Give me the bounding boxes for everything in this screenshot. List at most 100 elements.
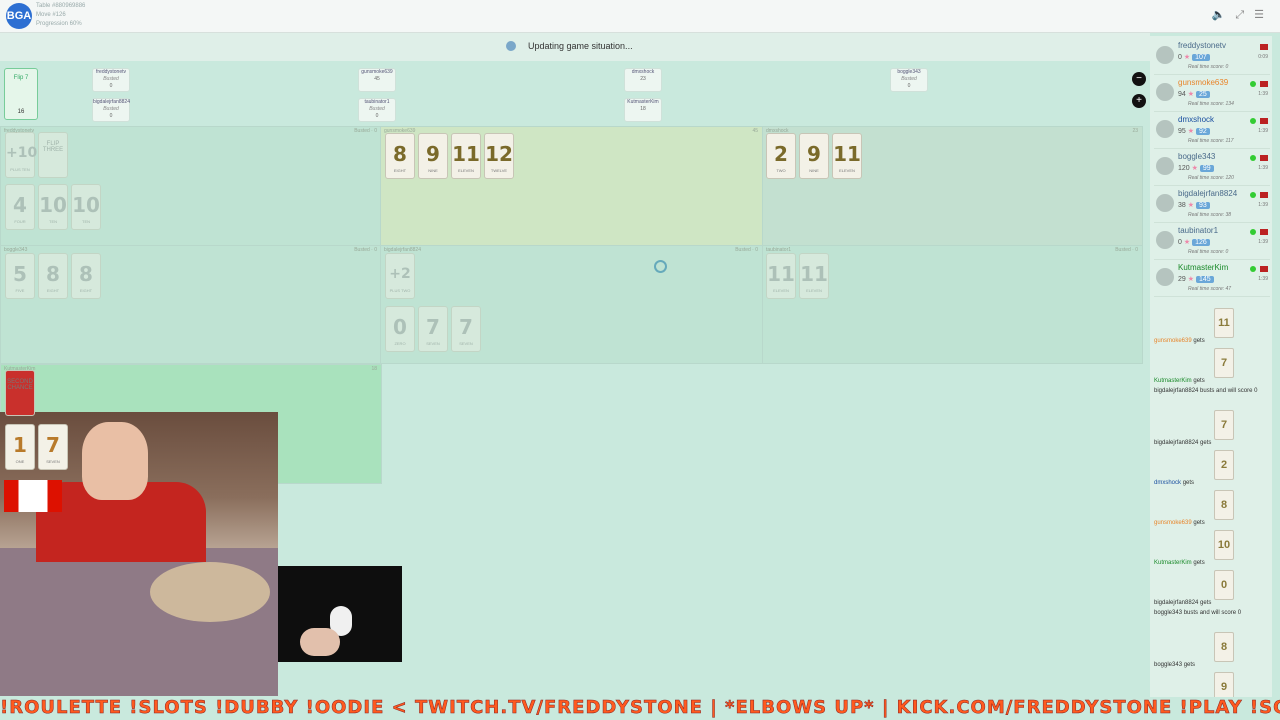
player-row-gunsmoke639[interactable]: gunsmoke639 94 ★ 25 Real time score: 134 1:… <box>1154 77 1270 112</box>
log-player[interactable]: gunsmoke639 <box>1154 520 1192 526</box>
area-player-status: Busted · 0 <box>1115 247 1138 253</box>
card-eleven: 11 ELEVEN <box>832 133 862 179</box>
avatar[interactable] <box>1156 120 1174 138</box>
move-number: Move #126 <box>36 12 66 18</box>
card-word: ELEVEN <box>773 288 789 293</box>
score-value: 0 <box>1178 239 1182 246</box>
sound-icon[interactable]: 🔈 <box>1212 8 1232 21</box>
card-two: 2 TWO <box>766 133 796 179</box>
card-word: SECOND CHANCE <box>7 379 33 391</box>
chip-name: taubinator1 <box>364 99 390 105</box>
card-seven: 7 SEVEN <box>38 424 68 470</box>
avatar[interactable] <box>1156 194 1174 212</box>
player-name[interactable]: dmxshock <box>1178 115 1214 124</box>
zoom-out-icon[interactable]: − <box>1132 72 1146 86</box>
table-info: Table #880969886 Move #126 Progression 6… <box>36 2 85 29</box>
player-chip-bigdalejrfan8824: bigdalejrfan8824 Busted 0 <box>92 98 130 122</box>
player-row-bigdalejrfan8824[interactable]: bigdalejrfan8824 38 ★ 93 Real time score: … <box>1154 188 1270 223</box>
real-time-score: Real time score: 47 <box>1188 286 1232 292</box>
log-entry: bigdalejrfan8824 gets <box>1154 440 1211 446</box>
card-value: 7 <box>46 433 60 457</box>
log-player[interactable]: KutmasterKim <box>1154 560 1192 566</box>
log-entry: boggle343 gets <box>1154 662 1195 668</box>
online-status-icon <box>1250 118 1256 124</box>
card-word: ELEVEN <box>806 288 822 293</box>
player-chip-freddystonetv: freddystonetv Busted 0 <box>92 68 130 92</box>
zoom-in-icon[interactable]: + <box>1132 94 1146 108</box>
card-word: SEVEN <box>459 341 473 346</box>
log-player[interactable]: boggle343 <box>1154 610 1182 616</box>
player-row-dmxshock[interactable]: dmxshock 95 ★ 92 Real time score: 117 1:39 <box>1154 114 1270 149</box>
card-value: 12 <box>485 142 513 166</box>
chip-name: freddystonetv <box>95 69 127 75</box>
stream-ticker: !ROULETTE !SLOTS !DUBBY !OODIE < TWITCH.… <box>0 697 1280 720</box>
card-flip-three: FLIP THREE <box>38 132 68 178</box>
draw-deck: Flip 7 16 <box>4 68 38 120</box>
player-score: 94 ★ 25 <box>1178 90 1210 98</box>
avatar[interactable] <box>1156 268 1174 286</box>
card-value: 5 <box>13 262 27 286</box>
card-nine: 9 NINE <box>418 133 448 179</box>
avatar[interactable] <box>1156 46 1174 64</box>
player-row-KutmasterKim[interactable]: KutmasterKim 29 ★ 145 Real time score: 47 1… <box>1154 262 1270 297</box>
player-row-boggle343[interactable]: boggle343 120 ★ 99 Real time score: 120 1:3… <box>1154 151 1270 186</box>
online-status-icon <box>1250 192 1256 198</box>
dog <box>150 562 270 622</box>
chip-name: boggle343 <box>897 69 921 75</box>
avatar[interactable] <box>1156 231 1174 249</box>
card-eleven: 11 ELEVEN <box>451 133 481 179</box>
turn-badge: 126 <box>1192 239 1210 246</box>
log-card: 7 <box>1214 410 1234 440</box>
log-player[interactable]: bigdalejrfan8824 <box>1154 388 1198 394</box>
online-status-icon <box>1250 229 1256 235</box>
area-player-status: Busted · 0 <box>354 247 377 253</box>
area-player-status: 18 <box>371 366 377 372</box>
player-row-taubinator1[interactable]: taubinator1 0 ★ 126 Real time score: 0 1:39 <box>1154 225 1270 260</box>
card-nine: 9 NINE <box>799 133 829 179</box>
bga-logo[interactable]: BGA <box>6 3 32 29</box>
player-chip-gunsmoke639: gunsmoke639 45 <box>358 68 396 92</box>
card-value: 11 <box>833 142 861 166</box>
log-player[interactable]: dmxshock <box>1154 480 1181 486</box>
log-player[interactable]: boggle343 <box>1154 662 1182 668</box>
player-name[interactable]: taubinator1 <box>1178 226 1218 235</box>
card-plus-two: +2 PLUS TWO <box>385 253 415 299</box>
log-player[interactable]: bigdalejrfan8824 <box>1154 440 1198 446</box>
card-word: NINE <box>809 168 819 173</box>
player-name[interactable]: freddystonetv <box>1178 41 1226 50</box>
star-icon: ★ <box>1183 239 1191 246</box>
log-entry: dmxshock gets <box>1154 480 1194 486</box>
card-plus-ten: +10 PLUS TEN <box>5 132 37 178</box>
player-row-freddystonetv[interactable]: freddystonetv 0 ★ 107 Real time score: 0 0:… <box>1154 40 1270 75</box>
menu-icon[interactable]: ☰ <box>1254 8 1270 21</box>
log-player[interactable]: bigdalejrfan8824 <box>1154 600 1198 606</box>
player-name[interactable]: boggle343 <box>1178 152 1215 161</box>
card-eight: 8 EIGHT <box>385 133 415 179</box>
flag-icon <box>1260 81 1268 87</box>
star-icon: ★ <box>1191 165 1198 172</box>
chip-score: 45 <box>374 76 380 82</box>
card-value: 7 <box>459 315 473 339</box>
avatar[interactable] <box>1156 157 1174 175</box>
avatar[interactable] <box>1156 83 1174 101</box>
log-text: gets <box>1193 520 1205 526</box>
card-value: 8 <box>46 262 60 286</box>
log-text: busts and will score 0 <box>1200 388 1258 394</box>
fullscreen-icon[interactable]: ⤢ <box>1235 9 1250 22</box>
flag-icon <box>1260 44 1268 50</box>
log-player[interactable]: gunsmoke639 <box>1154 338 1192 344</box>
log-player[interactable]: KutmasterKim <box>1154 378 1192 384</box>
chip-status: Busted <box>103 106 119 112</box>
player-name[interactable]: KutmasterKim <box>1178 263 1228 272</box>
card-word: NINE <box>428 168 438 173</box>
card-eight: 8 EIGHT <box>71 253 101 299</box>
status-text: Updating game situation... <box>528 41 633 51</box>
player-name[interactable]: bigdalejrfan8824 <box>1178 189 1237 198</box>
star-icon: ★ <box>1187 91 1195 98</box>
log-card: 8 <box>1214 632 1234 662</box>
star-icon: ★ <box>1183 54 1191 61</box>
player-name[interactable]: gunsmoke639 <box>1178 78 1228 87</box>
log-text: gets <box>1183 662 1196 668</box>
player-timer: 1:39 <box>1258 276 1268 282</box>
flag-icon <box>1260 155 1268 161</box>
